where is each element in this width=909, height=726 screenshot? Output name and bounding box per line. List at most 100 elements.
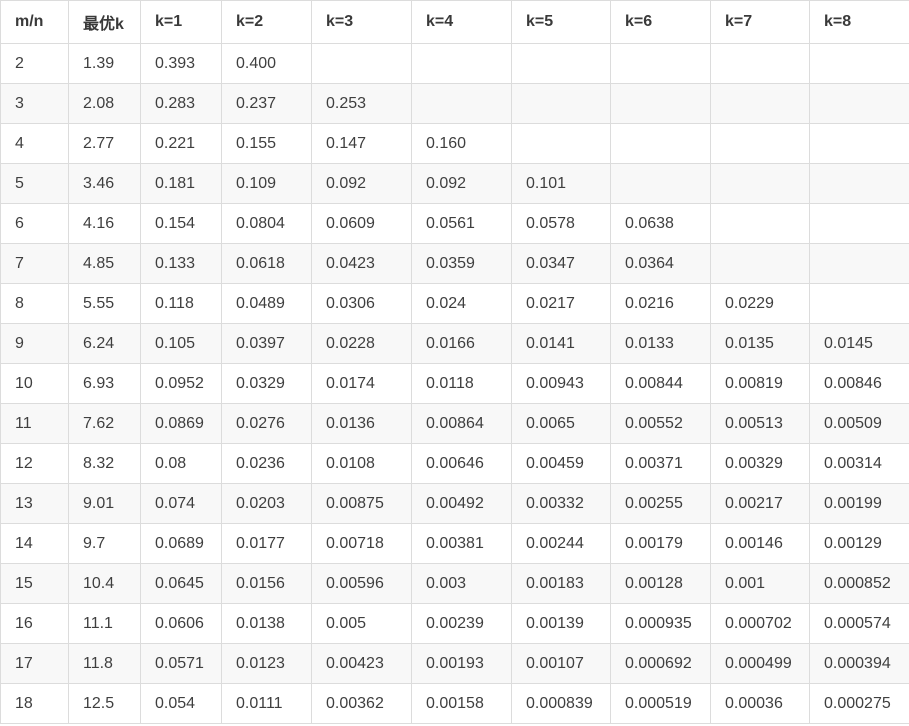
table-cell: 0.00844 bbox=[610, 363, 711, 404]
table-cell bbox=[511, 43, 611, 84]
table-cell: 0.147 bbox=[311, 123, 412, 164]
table-cell: 0.118 bbox=[140, 283, 222, 324]
table-cell: 0.000275 bbox=[809, 683, 909, 724]
table-row: 8 5.55 0.118 0.0489 0.0306 0.024 0.0217 0.0216 0… bbox=[0, 283, 909, 324]
table-cell bbox=[809, 123, 909, 164]
row-label-cell: 10 bbox=[0, 363, 69, 404]
table-cell: 0.00371 bbox=[610, 443, 711, 484]
table-cell: 0.00718 bbox=[311, 523, 412, 564]
table-cell: 9.7 bbox=[68, 523, 141, 564]
column-header: m/n bbox=[0, 0, 69, 44]
table-cell: 0.00381 bbox=[411, 523, 512, 564]
table-row: 16 11.1 0.0606 0.0138 0.005 0.00239 0.00139 0.0… bbox=[0, 603, 909, 644]
table-cell: 0.0638 bbox=[610, 203, 711, 244]
table-cell: 0.00423 bbox=[311, 643, 412, 684]
table-cell: 0.024 bbox=[411, 283, 512, 324]
table-cell: 6.24 bbox=[68, 323, 141, 364]
table-cell: 0.00193 bbox=[411, 643, 512, 684]
data-table: m/n 最优k k=1 k=2 k=3 k=4 k=5 k=6 k=7 k=8 2 1.39 0.39… bbox=[0, 0, 909, 724]
table-cell: 0.160 bbox=[411, 123, 512, 164]
table-cell: 5.55 bbox=[68, 283, 141, 324]
table-cell: 0.0489 bbox=[221, 283, 312, 324]
table-cell bbox=[610, 163, 711, 204]
table-cell: 0.000839 bbox=[511, 683, 611, 724]
column-header: k=6 bbox=[610, 0, 711, 44]
column-header: k=2 bbox=[221, 0, 312, 44]
table-row: 3 2.08 0.283 0.237 0.253 bbox=[0, 83, 909, 124]
row-label-cell: 7 bbox=[0, 243, 69, 284]
table-cell: 0.0135 bbox=[710, 323, 810, 364]
row-label-cell: 14 bbox=[0, 523, 69, 564]
table-cell: 0.0217 bbox=[511, 283, 611, 324]
table-cell: 0.0606 bbox=[140, 603, 222, 644]
table-cell: 0.0869 bbox=[140, 403, 222, 444]
row-label-cell: 13 bbox=[0, 483, 69, 524]
table-cell: 0.00943 bbox=[511, 363, 611, 404]
table-cell bbox=[610, 123, 711, 164]
table-cell: 2.77 bbox=[68, 123, 141, 164]
table-row: 11 7.62 0.0869 0.0276 0.0136 0.00864 0.0065 0.0… bbox=[0, 403, 909, 444]
table-cell: 0.0359 bbox=[411, 243, 512, 284]
table-cell: 0.393 bbox=[140, 43, 222, 84]
table-cell: 0.283 bbox=[140, 83, 222, 124]
table-cell: 0.0364 bbox=[610, 243, 711, 284]
table-cell: 0.00552 bbox=[610, 403, 711, 444]
table-cell: 9.01 bbox=[68, 483, 141, 524]
table-cell bbox=[511, 83, 611, 124]
table-cell: 0.154 bbox=[140, 203, 222, 244]
table-cell bbox=[809, 203, 909, 244]
table-cell: 0.0138 bbox=[221, 603, 312, 644]
table-cell bbox=[809, 163, 909, 204]
table-cell: 0.00846 bbox=[809, 363, 909, 404]
column-header: k=7 bbox=[710, 0, 810, 44]
table-cell: 0.00513 bbox=[710, 403, 810, 444]
table-cell: 0.00199 bbox=[809, 483, 909, 524]
table-cell: 0.00158 bbox=[411, 683, 512, 724]
table-cell: 0.00509 bbox=[809, 403, 909, 444]
table-cell: 0.0136 bbox=[311, 403, 412, 444]
table-cell: 0.0203 bbox=[221, 483, 312, 524]
table-row: 6 4.16 0.154 0.0804 0.0609 0.0561 0.0578 0.0638 bbox=[0, 203, 909, 244]
table-row: 9 6.24 0.105 0.0397 0.0228 0.0166 0.0141 0.0133… bbox=[0, 323, 909, 364]
table-cell: 0.0276 bbox=[221, 403, 312, 444]
table-cell: 0.0561 bbox=[411, 203, 512, 244]
table-cell bbox=[809, 83, 909, 124]
table-cell: 0.0111 bbox=[221, 683, 312, 724]
table-cell: 0.0329 bbox=[221, 363, 312, 404]
table-cell bbox=[710, 243, 810, 284]
table-cell: 0.0118 bbox=[411, 363, 512, 404]
table-cell bbox=[710, 203, 810, 244]
table-cell: 0.092 bbox=[411, 163, 512, 204]
table-cell bbox=[809, 43, 909, 84]
table-row: 12 8.32 0.08 0.0236 0.0108 0.00646 0.00459 0.00… bbox=[0, 443, 909, 484]
table-cell: 4.85 bbox=[68, 243, 141, 284]
table-cell: 0.0689 bbox=[140, 523, 222, 564]
table-cell: 0.0804 bbox=[221, 203, 312, 244]
table-cell bbox=[809, 283, 909, 324]
table-cell: 0.0141 bbox=[511, 323, 611, 364]
column-header: 最优k bbox=[68, 0, 141, 44]
column-header: k=1 bbox=[140, 0, 222, 44]
table-cell: 0.181 bbox=[140, 163, 222, 204]
table-row: 5 3.46 0.181 0.109 0.092 0.092 0.101 bbox=[0, 163, 909, 204]
table-cell: 4.16 bbox=[68, 203, 141, 244]
table-cell: 0.00864 bbox=[411, 403, 512, 444]
table-cell: 0.00819 bbox=[710, 363, 810, 404]
table-cell: 0.0618 bbox=[221, 243, 312, 284]
table-cell: 0.00596 bbox=[311, 563, 412, 604]
row-label-cell: 4 bbox=[0, 123, 69, 164]
table-cell: 0.0952 bbox=[140, 363, 222, 404]
table-cell: 0.0108 bbox=[311, 443, 412, 484]
header-row: m/n 最优k k=1 k=2 k=3 k=4 k=5 k=6 k=7 k=8 bbox=[0, 0, 909, 44]
table-cell: 0.00314 bbox=[809, 443, 909, 484]
column-header: k=5 bbox=[511, 0, 611, 44]
column-header: k=8 bbox=[809, 0, 909, 44]
table-cell: 0.000574 bbox=[809, 603, 909, 644]
table-cell: 0.003 bbox=[411, 563, 512, 604]
table-cell: 0.000702 bbox=[710, 603, 810, 644]
table-cell: 0.0571 bbox=[140, 643, 222, 684]
table-cell: 0.00036 bbox=[710, 683, 810, 724]
table-cell: 0.00128 bbox=[610, 563, 711, 604]
table-cell: 0.0145 bbox=[809, 323, 909, 364]
table-cell: 0.155 bbox=[221, 123, 312, 164]
